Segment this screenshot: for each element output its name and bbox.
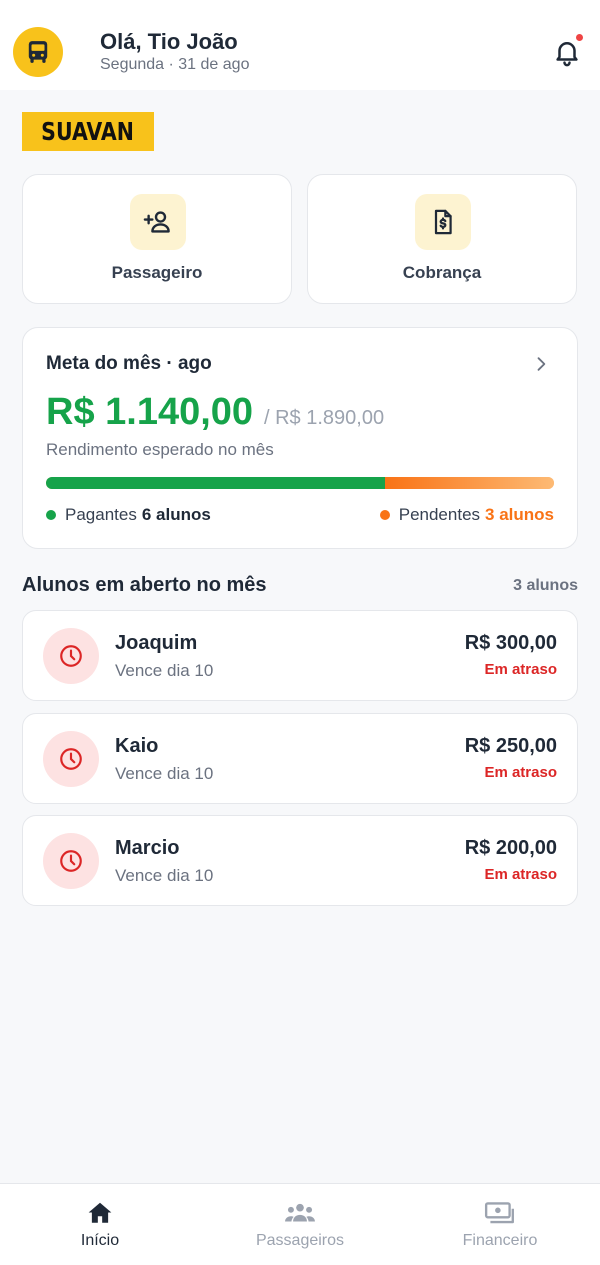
status-badge: Em atraso [484,866,557,883]
bus-icon [28,41,48,63]
progress-paid-segment [46,477,385,489]
nav-icon-box [84,1199,116,1227]
student-name: Kaio [115,735,159,757]
status-badge: Em atraso [484,764,557,781]
new-charge-label: Cobrança [402,263,482,282]
pending-legend: Pendentes 3 alunos [379,505,554,525]
overdue-indicator [43,833,99,889]
action-icon-box [415,194,471,250]
overdue-indicator [43,628,99,684]
nav-icon-box [484,1199,516,1227]
nav-item-home[interactable]: Início [0,1184,200,1265]
paid-count: 6 alunos [141,505,211,524]
chevron-right-icon[interactable] [531,354,551,374]
due-date: Vence dia 10 [115,764,214,783]
progress-pending-segment [384,477,554,489]
avatar[interactable] [13,27,63,77]
action-icon-box [130,194,186,250]
section-count: 3 alunos [513,577,578,594]
amount-due: R$ 250,00 [464,735,557,757]
student-row[interactable]: Joaquim Vence dia 10 R$ 300,00 Em atraso [22,610,578,701]
due-date: Vence dia 10 [115,866,214,885]
invoice-icon [434,209,452,235]
brand-logo: SUAVAN [22,112,154,151]
goal-amount: R$ 1.140,00 [46,391,254,433]
bottom-nav: Início Passageiros Financeiro [0,1183,600,1265]
goal-subtitle: Rendimento esperado no mês [46,440,274,459]
clock-icon [60,850,82,872]
student-name: Joaquim [115,632,198,654]
pending-dot [379,510,390,520]
current-date: Segunda · 31 de ago [100,56,250,73]
amount-due: R$ 200,00 [464,837,557,859]
overdue-indicator [43,731,99,787]
nav-label: Início [80,1232,120,1249]
clock-icon [60,748,82,770]
section-title: Alunos em aberto no mês [22,574,267,596]
goal-title: Meta do mês · ago [46,353,212,374]
nav-item-finance[interactable]: Financeiro [400,1184,600,1265]
users-icon [285,1203,315,1222]
add-passenger-label: Passageiro [111,263,203,282]
due-date: Vence dia 10 [115,661,214,680]
paid-dot [46,510,56,520]
nav-item-passengers[interactable]: Passageiros [200,1184,400,1265]
nav-label: Financeiro [462,1232,538,1249]
clock-icon [60,645,82,667]
logo-text: SUAVAN [41,117,135,146]
money-icon [484,1202,514,1224]
pending-label: Pendentes [398,505,481,524]
paid-label: Pagantes [65,505,137,524]
status-badge: Em atraso [484,661,557,678]
student-row[interactable]: Marcio Vence dia 10 R$ 200,00 Em atraso [22,815,578,906]
paid-legend: Pagantes 6 alunos [46,505,211,525]
student-row[interactable]: Kaio Vence dia 10 R$ 250,00 Em atraso [22,713,578,804]
monthly-goal-card[interactable]: Meta do mês · ago R$ 1.140,00 / R$ 1.890… [22,327,578,549]
nav-label: Passageiros [255,1232,345,1249]
greeting: Olá, Tio João [100,29,238,54]
add-passenger-button[interactable]: Passageiro [22,174,292,304]
goal-total: / R$ 1.890,00 [264,407,385,429]
add-person-icon [143,211,170,233]
notification-dot [576,34,583,41]
pending-count: 3 alunos [485,505,554,524]
home-icon [88,1202,112,1223]
student-name: Marcio [115,837,180,859]
app-header: Olá, Tio João Segunda · 31 de ago [0,0,600,90]
nav-icon-box [284,1199,316,1227]
goal-progress-bar [46,477,554,489]
new-charge-button[interactable]: Cobrança [307,174,577,304]
amount-due: R$ 300,00 [464,632,557,654]
